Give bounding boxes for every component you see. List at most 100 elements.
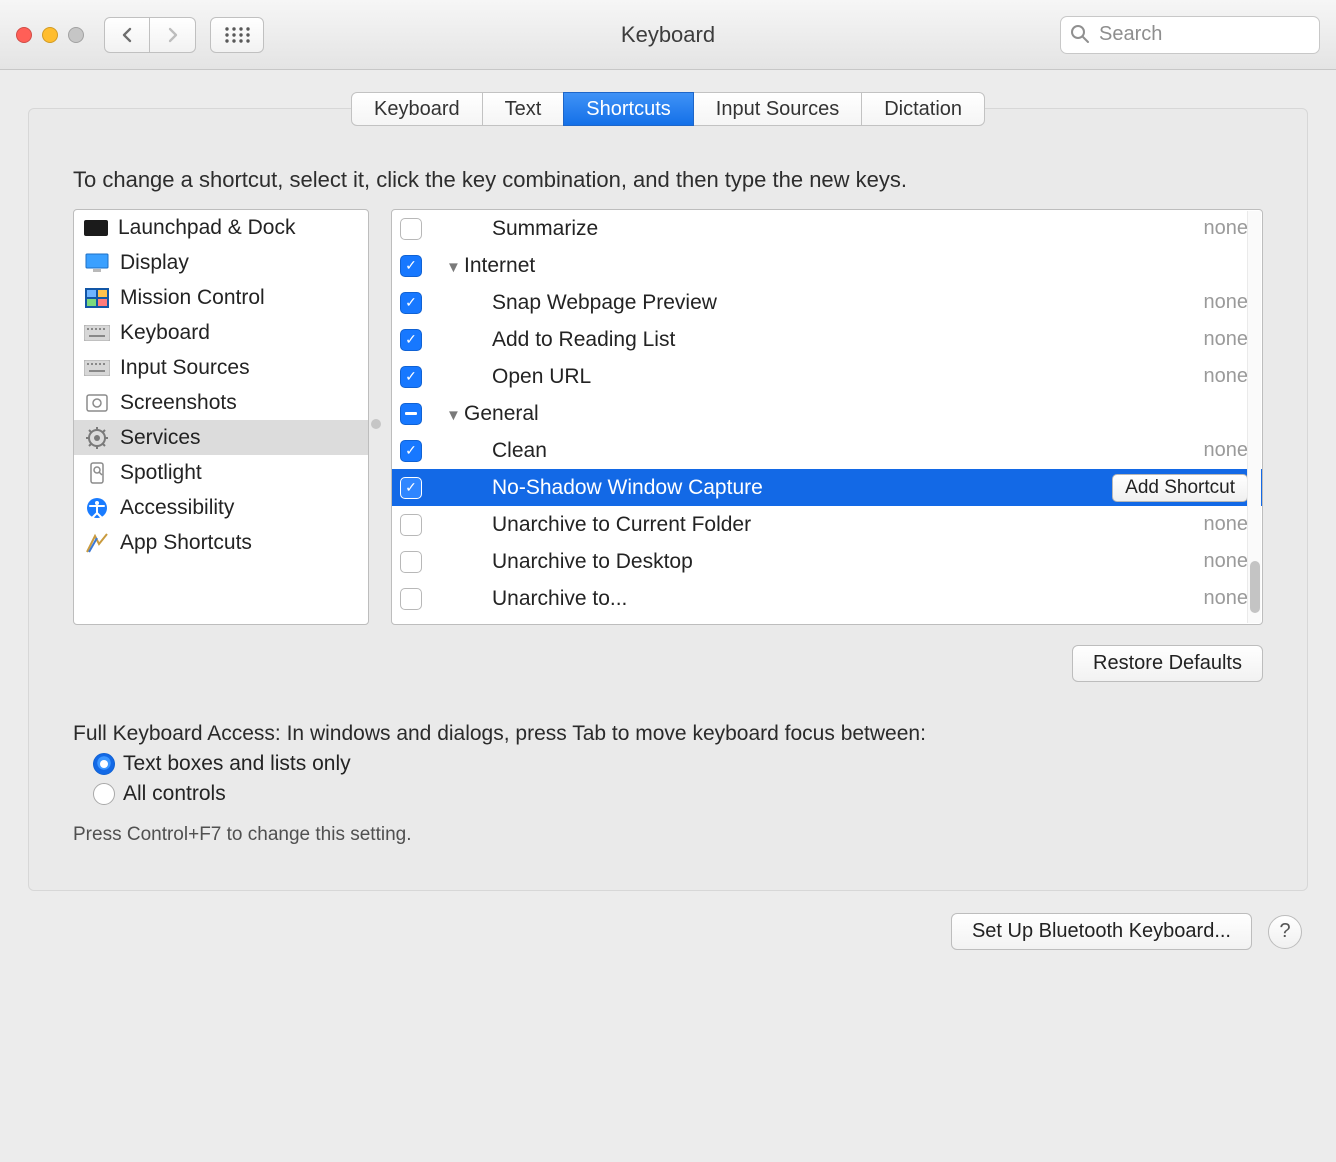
close-window-button[interactable] xyxy=(16,27,32,43)
preferences-panel: Keyboard Text Shortcuts Input Sources Di… xyxy=(28,108,1308,891)
checkbox[interactable]: ✓ xyxy=(400,329,422,351)
instruction-label: To change a shortcut, select it, click t… xyxy=(73,167,1263,193)
spotlight-icon xyxy=(84,462,110,484)
zoom-window-button[interactable] xyxy=(68,27,84,43)
checkbox[interactable] xyxy=(400,403,422,425)
mission-control-icon xyxy=(84,287,110,309)
row-label: Open URL xyxy=(492,365,591,388)
shortcut-value: none xyxy=(1204,439,1249,462)
sidebar-item-label: Input Sources xyxy=(120,356,250,380)
full-keyboard-access-label: Full Keyboard Access: In windows and dia… xyxy=(73,722,1263,746)
back-button[interactable] xyxy=(104,17,150,53)
service-group-row[interactable]: ▼General xyxy=(392,395,1262,432)
shortcut-value: none xyxy=(1204,513,1249,536)
sidebar-item-app-shortcuts[interactable]: App Shortcuts xyxy=(74,525,368,560)
traffic-lights xyxy=(16,27,84,43)
shortcut-value: none xyxy=(1204,217,1249,240)
sidebar-item-launchpad[interactable]: Launchpad & Dock xyxy=(74,210,368,245)
checkbox[interactable]: ✓ xyxy=(400,477,422,499)
checkbox[interactable]: ✓ xyxy=(400,440,422,462)
add-shortcut-button[interactable]: Add Shortcut xyxy=(1112,474,1248,502)
checkbox[interactable]: ✓ xyxy=(400,255,422,277)
service-item-row[interactable]: ✓ No-Shadow Window Capture Add Shortcut xyxy=(392,469,1262,506)
tab-input-sources[interactable]: Input Sources xyxy=(693,92,862,126)
bluetooth-keyboard-button[interactable]: Set Up Bluetooth Keyboard... xyxy=(951,913,1252,950)
service-item-row[interactable]: ✓ Clean none xyxy=(392,432,1262,469)
screenshots-icon xyxy=(84,392,110,414)
service-group-row[interactable]: ✓▼Internet xyxy=(392,247,1262,284)
gear-icon xyxy=(84,427,110,449)
tab-text[interactable]: Text xyxy=(482,92,565,126)
row-label: Unarchive to... xyxy=(492,587,627,610)
sidebar-item-input-sources[interactable]: Input Sources xyxy=(74,350,368,385)
show-all-button[interactable] xyxy=(210,17,264,53)
forward-button[interactable] xyxy=(150,17,196,53)
window-toolbar: Keyboard xyxy=(0,0,1336,70)
splitter-handle[interactable] xyxy=(371,419,381,429)
radio-label: Text boxes and lists only xyxy=(123,752,351,776)
shortcut-detail-list[interactable]: Summarizenone✓▼Internet✓Snap Webpage Pre… xyxy=(391,209,1263,625)
sidebar-item-label: Display xyxy=(120,251,189,275)
service-item-row[interactable]: Unarchive to Current Foldernone xyxy=(392,506,1262,543)
row-label: Unarchive to Desktop xyxy=(492,550,693,573)
launchpad-icon xyxy=(84,220,108,236)
shortcut-value: none xyxy=(1204,587,1249,610)
service-item-row[interactable]: Summarize none xyxy=(392,210,1262,247)
checkbox[interactable]: ✓ xyxy=(400,366,422,388)
keyboard-icon xyxy=(84,322,110,344)
sidebar-item-label: Services xyxy=(120,426,201,450)
sidebar-item-services[interactable]: Services xyxy=(74,420,368,455)
sidebar-item-accessibility[interactable]: Accessibility xyxy=(74,490,368,525)
tab-keyboard[interactable]: Keyboard xyxy=(351,92,483,126)
shortcut-value: none xyxy=(1204,328,1249,351)
display-icon xyxy=(84,252,110,274)
sidebar-item-label: App Shortcuts xyxy=(120,531,252,555)
sidebar-item-mission-control[interactable]: Mission Control xyxy=(74,280,368,315)
service-item-row[interactable]: ✓Open URLnone xyxy=(392,358,1262,395)
tab-dictation[interactable]: Dictation xyxy=(861,92,985,126)
chevron-left-icon xyxy=(121,27,133,43)
tab-shortcuts[interactable]: Shortcuts xyxy=(563,92,693,126)
sidebar-item-display[interactable]: Display xyxy=(74,245,368,280)
row-label: Snap Webpage Preview xyxy=(492,291,717,314)
fka-hint: Press Control+F7 to change this setting. xyxy=(73,824,1263,846)
sidebar-item-label: Keyboard xyxy=(120,321,210,345)
checkbox[interactable]: ✓ xyxy=(400,292,422,314)
scrollbar-thumb[interactable] xyxy=(1250,561,1260,613)
disclosure-triangle-icon[interactable]: ▼ xyxy=(446,407,460,424)
checkbox[interactable] xyxy=(400,588,422,610)
checkbox[interactable] xyxy=(400,551,422,573)
shortcut-value: none xyxy=(1204,550,1249,573)
service-item-row[interactable]: Unarchive to Desktop none xyxy=(392,543,1262,580)
checkbox[interactable] xyxy=(400,514,422,536)
fka-option-all-controls[interactable]: All controls xyxy=(93,782,1263,806)
radio-icon xyxy=(93,783,115,805)
service-item-row[interactable]: ✓Add to Reading Listnone xyxy=(392,321,1262,358)
row-label: Clean xyxy=(492,439,547,462)
search-input[interactable] xyxy=(1060,16,1320,54)
row-label: No-Shadow Window Capture xyxy=(492,476,763,499)
sidebar-item-screenshots[interactable]: Screenshots xyxy=(74,385,368,420)
category-sidebar[interactable]: Launchpad & Dock Display Mission Control… xyxy=(73,209,369,625)
scrollbar[interactable] xyxy=(1247,211,1261,623)
service-item-row[interactable]: Unarchive to... none xyxy=(392,580,1262,617)
service-item-row[interactable]: ✓ Snap Webpage Preview none xyxy=(392,284,1262,321)
checkbox[interactable] xyxy=(400,218,422,240)
radio-label: All controls xyxy=(123,782,226,806)
minimize-window-button[interactable] xyxy=(42,27,58,43)
search-icon xyxy=(1070,24,1090,44)
sidebar-item-spotlight[interactable]: Spotlight xyxy=(74,455,368,490)
tab-bar: Keyboard Text Shortcuts Input Sources Di… xyxy=(73,92,1263,126)
chevron-right-icon xyxy=(167,27,179,43)
grid-icon xyxy=(224,26,250,44)
sidebar-item-label: Accessibility xyxy=(120,496,234,520)
disclosure-triangle-icon[interactable]: ▼ xyxy=(446,259,460,276)
row-label: Summarize xyxy=(492,217,598,240)
restore-defaults-button[interactable]: Restore Defaults xyxy=(1072,645,1263,682)
fka-option-textboxes[interactable]: Text boxes and lists only xyxy=(93,752,1263,776)
accessibility-icon xyxy=(84,497,110,519)
help-button[interactable]: ? xyxy=(1268,915,1302,949)
shortcut-value: none xyxy=(1204,291,1249,314)
footer: Set Up Bluetooth Keyboard... ? xyxy=(0,913,1302,950)
sidebar-item-keyboard[interactable]: Keyboard xyxy=(74,315,368,350)
